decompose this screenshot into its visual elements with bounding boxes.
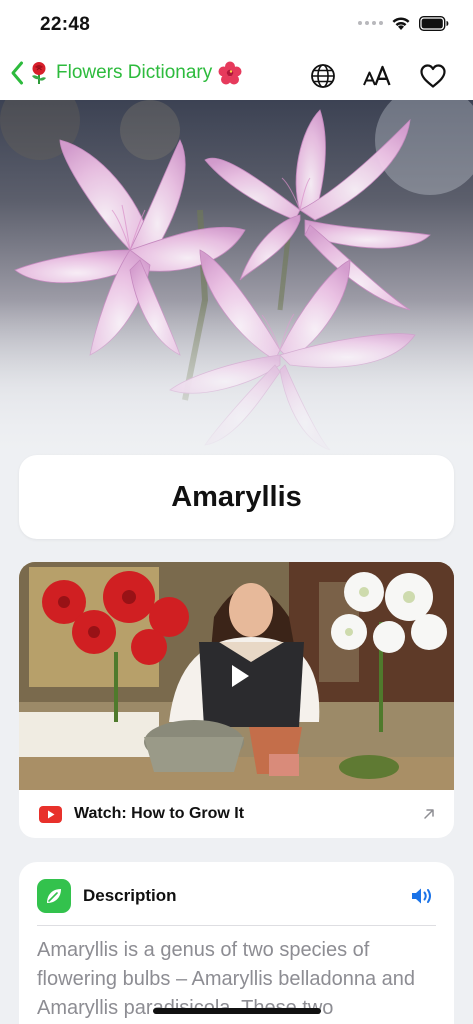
play-icon [232,665,249,687]
status-bar: 22:48 [0,0,473,52]
play-button[interactable] [221,659,255,693]
flower-name: Amaryllis [171,480,302,513]
status-icons [358,15,449,31]
favorite-button[interactable] [416,60,450,92]
text-size-button[interactable] [359,60,395,92]
navigation-bar: Flowers Dictionary [0,52,473,100]
wifi-icon [392,17,410,30]
video-card[interactable]: Watch: How to Grow It [19,562,454,838]
description-divider [37,925,436,926]
home-indicator[interactable] [153,1008,321,1014]
hibiscus-icon [218,61,242,85]
youtube-icon [39,805,62,823]
globe-icon [311,64,335,88]
description-title: Description [83,886,177,905]
nav-title-text: Flowers Dictionary [56,62,213,83]
heart-icon [420,64,446,88]
description-header: Description [37,879,177,913]
battery-icon [419,15,449,31]
cellular-signal-icon [358,21,383,25]
back-button[interactable]: Flowers Dictionary [10,60,242,86]
flower-name-card: Amaryllis [19,455,454,539]
rose-icon [32,62,46,84]
speaker-icon [412,888,431,904]
flower-photo [0,100,473,460]
watch-video-link[interactable]: Watch: How to Grow It [19,790,454,838]
text-size-icon [363,65,391,86]
watch-video-label: Watch: How to Grow It [74,805,245,822]
external-link-icon [424,809,434,819]
video-thumbnail[interactable] [19,562,454,790]
chevron-left-icon [11,61,23,85]
nav-title: Flowers Dictionary [28,61,242,85]
status-time: 22:48 [40,14,91,35]
hero-flower-image [0,100,473,460]
leaf-icon [37,879,71,913]
description-card: Description Amaryllis is a genus of two … [19,862,454,1024]
read-aloud-button[interactable] [410,886,436,911]
language-button[interactable] [306,60,340,92]
